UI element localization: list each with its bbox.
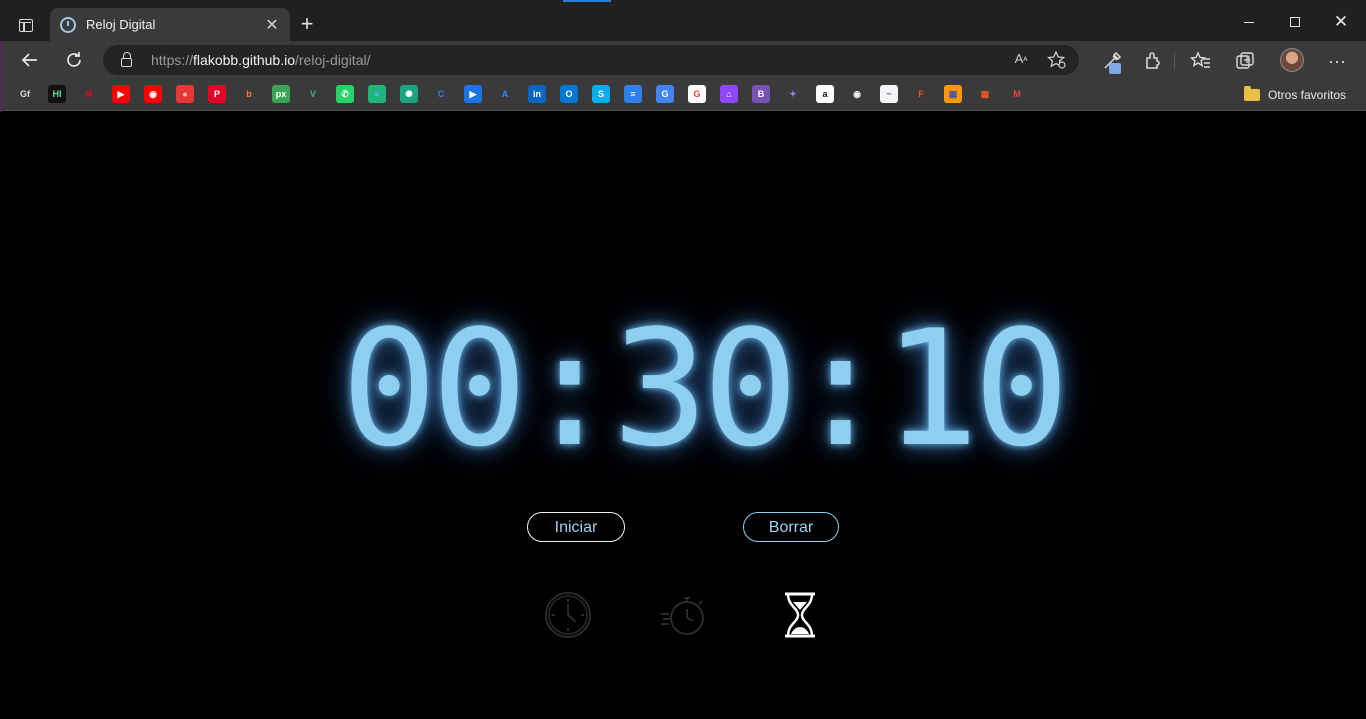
hourglass-timer-icon[interactable] [775,590,825,640]
bookmark-twitch-icon[interactable]: ⌂ [720,85,738,103]
clock-favicon-icon [60,16,76,33]
close-icon: ✕ [1333,12,1349,31]
tab-actions-icon [19,18,33,32]
folder-icon [1244,86,1260,101]
close-window-button[interactable]: ✕ [1318,8,1364,36]
tab-title: Reloj Digital [86,17,156,32]
url-text[interactable]: https://flakobb.github.io/reloj-digital/ [151,52,370,68]
bookmark-rainbow-icon[interactable]: ▦ [944,85,962,103]
bookmark-netflix-icon[interactable]: N [80,85,98,103]
maximize-button[interactable] [1272,8,1318,36]
bookmark-c-blue-icon[interactable]: C [432,85,450,103]
bookmark-microsoft-icon[interactable]: ▦ [976,85,994,103]
bookmark-px-icon[interactable]: px [272,85,290,103]
bookmark-chat-bubbles-icon[interactable]: ● [368,85,386,103]
favorites-icon[interactable] [1190,50,1212,72]
bookmark-red-circle-icon[interactable]: ● [176,85,194,103]
bookmark-whatsapp-icon[interactable]: ✆ [336,85,354,103]
time-display: 00:30:10 [341,295,1070,482]
bookmark-bootstrap-icon[interactable]: B [752,85,770,103]
back-button[interactable] [15,45,45,75]
window-accent [563,0,611,2]
tab-actions-button[interactable] [8,9,44,41]
bookmark-skype-s-icon[interactable]: S [592,85,610,103]
read-aloud-icon[interactable]: Aᴬ [1011,51,1031,69]
arrow-left-icon [21,53,37,67]
bookmark-planet-icon[interactable]: ✦ [784,85,802,103]
active-tab[interactable]: Reloj Digital ✕ [50,8,290,41]
toolbar-divider [1174,53,1175,69]
bookmark-translate-icon[interactable]: G [656,85,674,103]
minimize-button[interactable] [1226,8,1272,36]
clear-button[interactable]: Borrar [743,512,839,542]
collections-icon[interactable] [1234,50,1256,72]
reload-button[interactable] [59,45,89,75]
bookmark-linkedin-icon[interactable]: in [528,85,546,103]
maximize-icon [1290,17,1300,27]
extensions-puzzle-icon[interactable] [1142,50,1164,72]
minimize-icon [1244,21,1254,23]
bookmark-pinterest-icon[interactable]: P [208,85,226,103]
bookmark-play-blue-icon[interactable]: ▶ [464,85,482,103]
bookmark-chatgpt-icon[interactable]: ✺ [400,85,418,103]
bookmarks-bar: Gf HI N ▶ ◉ ● Pb px V ✆ ● ✺ C ▶ Ain O S ≡ G G ⌂ B ✦ a ◉ ~ F ▦ ▦ M Otr… [0,79,1366,111]
bookmark-vue-icon[interactable]: V [304,85,322,103]
bookmark-youtube-music-icon[interactable]: ◉ [144,85,162,103]
new-tab-button[interactable]: + [294,12,320,38]
profile-avatar[interactable] [1280,48,1304,72]
bookmark-azure-icon[interactable]: A [496,85,514,103]
bookmark-hi-icon[interactable]: HI [48,85,66,103]
address-bar[interactable]: https://flakobb.github.io/reloj-digital/… [103,45,1079,75]
bookmark-amazon-icon[interactable]: a [816,85,834,103]
clock-mode-icon[interactable] [543,590,593,640]
start-button[interactable]: Iniciar [527,512,625,542]
reload-icon [67,52,81,67]
stopwatch-mode-icon[interactable] [659,590,709,640]
bookmark-outlook-icon[interactable]: O [560,85,578,103]
extension-badge-icon [1109,63,1121,74]
tab-close-icon[interactable]: ✕ [264,15,280,35]
title-bar: Reloj Digital ✕ + ✕ [0,0,1366,41]
lock-icon [121,52,132,67]
bookmark-docs-white-icon[interactable]: ~ [880,85,898,103]
bookmark-gmail-icon[interactable]: M [1008,85,1026,103]
other-favorites-folder[interactable]: Otros favoritos [1244,84,1346,106]
bookmark-gf-icon[interactable]: Gf [16,85,34,103]
bookmark-blue-doc-icon[interactable]: ≡ [624,85,642,103]
page-content: 00:30:10 Iniciar Borrar [0,112,1366,719]
more-menu-icon[interactable]: ··· [1326,50,1348,72]
bookmark-google-circle-icon[interactable]: G [688,85,706,103]
bookmark-github-icon[interactable]: ◉ [848,85,866,103]
bookmark-figma-icon[interactable]: F [912,85,930,103]
add-favorite-star-icon[interactable] [1047,51,1067,69]
bookmark-youtube-icon[interactable]: ▶ [112,85,130,103]
bookmark-behance-b-icon[interactable]: b [240,85,258,103]
browser-toolbar: https://flakobb.github.io/reloj-digital/… [0,41,1366,79]
folder-label: Otros favoritos [1268,88,1347,102]
